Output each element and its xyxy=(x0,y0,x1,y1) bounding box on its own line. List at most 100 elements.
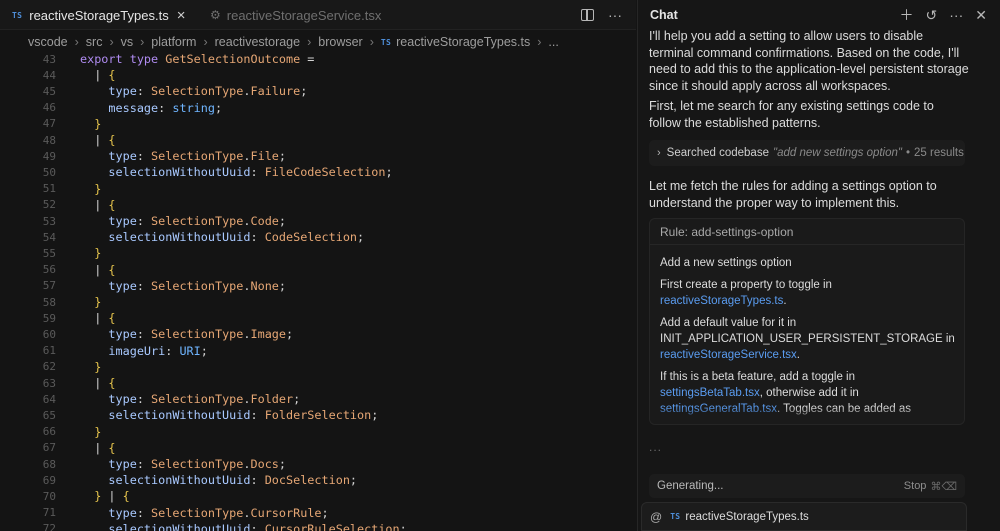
chat-input[interactable]: @ TS reactiveStorageTypes.ts xyxy=(641,502,967,531)
code-text: selectionWithoutUuid: DocSelection; xyxy=(80,473,357,487)
rule-paragraph: First create a property to toggle in rea… xyxy=(660,277,960,309)
code-line[interactable]: 43 export type GetSelectionOutcome = xyxy=(0,51,636,67)
tool-call-searched-codebase[interactable]: › Searched codebase "add new settings op… xyxy=(649,140,965,166)
rule-card-header[interactable]: Rule: add-settings-option xyxy=(650,219,964,245)
code-token: } xyxy=(80,181,102,196)
code-token: } xyxy=(80,246,102,261)
code-line[interactable]: 51 } xyxy=(0,181,636,197)
rule-text: , otherwise add it in xyxy=(759,387,859,399)
code-line[interactable]: 53 type: SelectionType.Code; xyxy=(0,213,636,229)
code-text: selectionWithoutUuid: CursorRuleSelectio… xyxy=(80,521,407,531)
code-text: | { xyxy=(80,263,115,277)
assistant-message: I'll help you add a setting to allow use… xyxy=(649,29,969,93)
more-actions-icon[interactable]: ··· xyxy=(608,7,622,23)
code-line[interactable]: 50 selectionWithoutUuid: FileCodeSelecti… xyxy=(0,164,636,180)
line-number: 66 xyxy=(42,425,56,439)
code-line[interactable]: 64 type: SelectionType.Folder; xyxy=(0,391,636,407)
code-token: ; xyxy=(357,230,365,245)
code-token: None xyxy=(250,278,279,293)
tab-reactive-storage-service[interactable]: ⚙ reactiveStorageService.tsx xyxy=(210,0,410,30)
code-line[interactable]: 48 | { xyxy=(0,132,636,148)
code-text: | { xyxy=(80,441,115,455)
code-line[interactable]: 68 type: SelectionType.Docs; xyxy=(0,456,636,472)
code-line[interactable]: 47 } xyxy=(0,116,636,132)
code-line[interactable]: 67 | { xyxy=(0,440,636,456)
close-icon[interactable]: × xyxy=(177,7,186,24)
mention-icon[interactable]: @ xyxy=(650,510,662,524)
code-line[interactable]: 63 | { xyxy=(0,375,636,391)
assistant-message: First, let me search for any existing se… xyxy=(649,99,934,130)
history-icon[interactable]: ↺ xyxy=(926,7,938,24)
code-line[interactable]: 57 type: SelectionType.None; xyxy=(0,278,636,294)
code-line[interactable]: 52 | { xyxy=(0,197,636,213)
code-line[interactable]: 66 } xyxy=(0,424,636,440)
code-line[interactable]: 58 } xyxy=(0,294,636,310)
code-token: selectionWithoutUuid xyxy=(80,230,251,245)
code-line[interactable]: 69 selectionWithoutUuid: DocSelection; xyxy=(0,472,636,488)
code-line[interactable]: 45 type: SelectionType.Failure; xyxy=(0,83,636,99)
code-token: { xyxy=(108,311,116,326)
code-token: } xyxy=(80,295,102,310)
code-line[interactable]: 70 } | { xyxy=(0,488,636,504)
file-link[interactable]: reactiveStorageTypes.ts xyxy=(660,295,783,307)
code-token: ; xyxy=(399,521,407,531)
split-editor-icon[interactable] xyxy=(581,9,594,21)
breadcrumb-item[interactable]: src xyxy=(86,35,103,49)
line-number: 47 xyxy=(42,117,56,131)
breadcrumb-item[interactable]: platform xyxy=(151,35,196,49)
more-actions-icon[interactable]: ··· xyxy=(949,7,963,23)
code-token: } xyxy=(80,116,102,131)
new-chat-icon[interactable]: ＋ xyxy=(900,5,914,25)
tool-label: Searched codebase xyxy=(666,147,769,159)
code-text: | { xyxy=(80,311,116,326)
line-number: 45 xyxy=(42,84,56,98)
code-line[interactable]: 71 type: SelectionType.CursorRule; xyxy=(0,505,636,521)
breadcrumb-item[interactable]: browser xyxy=(318,35,362,49)
code-area[interactable]: 43 export type GetSelectionOutcome = 44 | … xyxy=(0,51,636,531)
code-text: selectionWithoutUuid: FolderSelection; xyxy=(80,408,378,422)
chevron-right-icon: › xyxy=(369,35,374,49)
code-line[interactable]: 46 message: string; xyxy=(0,100,636,116)
code-line[interactable]: 44 | { xyxy=(0,67,636,83)
breadcrumb-item[interactable]: vs xyxy=(121,35,134,49)
code-text: type: SelectionType.CursorRule; xyxy=(80,505,329,520)
code-token: File xyxy=(250,149,279,164)
code-line[interactable]: 49 type: SelectionType.File; xyxy=(0,148,636,164)
code-line[interactable]: 55 } xyxy=(0,245,636,261)
breadcrumb-more[interactable]: ... xyxy=(548,35,558,49)
code-line[interactable]: 59 | { xyxy=(0,310,636,326)
close-icon[interactable]: ✕ xyxy=(975,7,987,24)
code-token: { xyxy=(122,489,130,504)
tool-query: "add new settings option" xyxy=(772,147,902,159)
file-link[interactable]: reactiveStorageService.tsx xyxy=(660,349,797,361)
code-token: type xyxy=(129,52,166,67)
code-line[interactable]: 62 } xyxy=(0,359,636,375)
editor-actions: ··· xyxy=(581,0,622,30)
rule-text: First create a property to toggle in xyxy=(660,279,832,291)
context-file-chip[interactable]: TS reactiveStorageTypes.ts xyxy=(670,511,809,523)
code-text: type: SelectionType.None; xyxy=(80,279,286,293)
code-line[interactable]: 60 type: SelectionType.Image; xyxy=(0,326,636,342)
stop-button[interactable]: Stop ⌘⌫ xyxy=(904,480,957,493)
line-number: 43 xyxy=(42,52,56,66)
tool-result-count: 25 results xyxy=(914,147,964,159)
code-line[interactable]: 61 imageUri: URI; xyxy=(0,343,636,359)
code-token: ; xyxy=(321,505,329,520)
breadcrumb-item[interactable]: reactivestorage xyxy=(215,35,300,49)
line-number: 49 xyxy=(42,149,56,163)
code-line[interactable]: 56 | { xyxy=(0,262,636,278)
tab-reactive-storage-types[interactable]: TS reactiveStorageTypes.ts × xyxy=(12,0,202,30)
chevron-right-icon: › xyxy=(307,35,312,49)
file-link[interactable]: settingsBetaTab.tsx xyxy=(660,387,760,399)
breadcrumb-file[interactable]: reactiveStorageTypes.ts xyxy=(396,35,530,49)
code-token: Image xyxy=(250,327,287,342)
code-line[interactable]: 65 selectionWithoutUuid: FolderSelection… xyxy=(0,407,636,423)
code-token: Docs xyxy=(250,457,279,472)
code-token: type xyxy=(80,327,137,342)
line-number: 53 xyxy=(42,214,56,228)
line-number: 63 xyxy=(42,376,56,390)
code-line[interactable]: 72 selectionWithoutUuid: CursorRuleSelec… xyxy=(0,521,636,531)
code-line[interactable]: 54 selectionWithoutUuid: CodeSelection; xyxy=(0,229,636,245)
breadcrumb-item[interactable]: vscode xyxy=(28,35,68,49)
gear-icon: ⚙ xyxy=(210,8,221,22)
